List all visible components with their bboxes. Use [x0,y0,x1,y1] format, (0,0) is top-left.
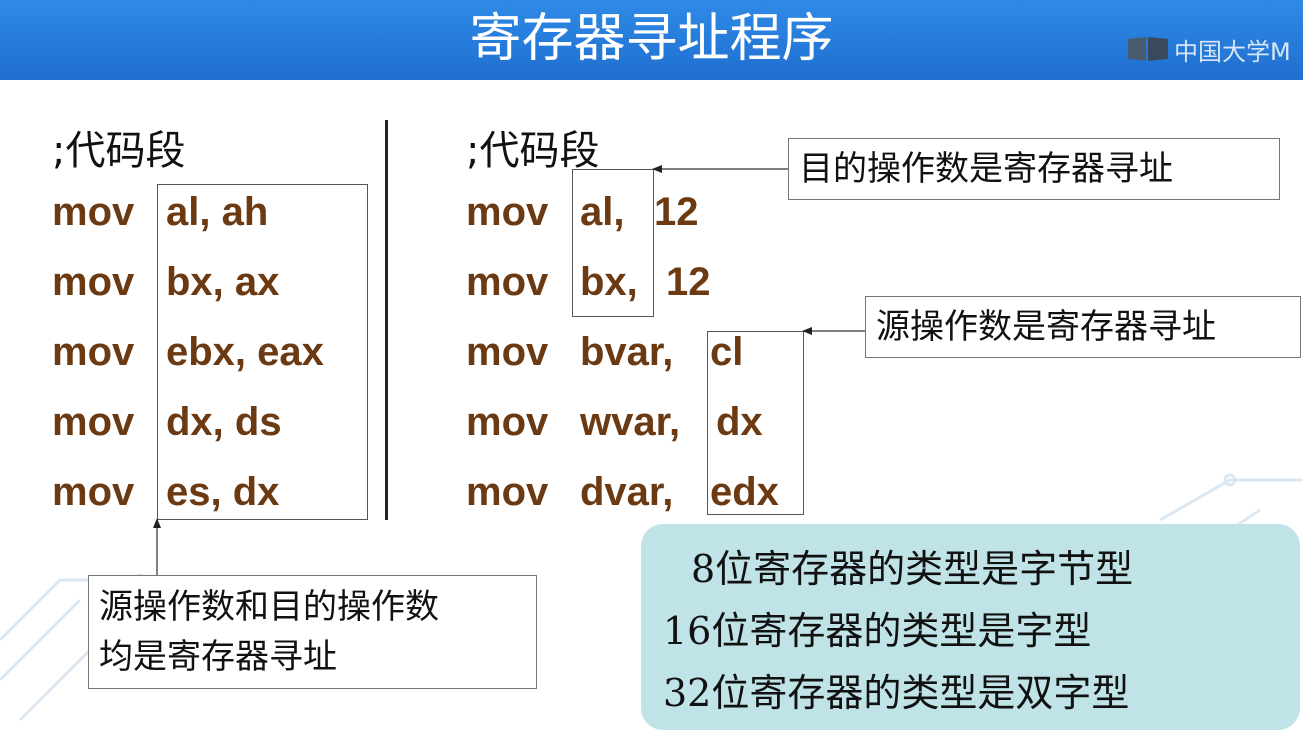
summary-line-16bit: 16位寄存器的类型是字型 [663,609,1092,653]
summary-line-32bit: 32位寄存器的类型是双字型 [663,671,1130,715]
register-type-summary: 8位寄存器的类型是字节型 16位寄存器的类型是字型 32位寄存器的类型是双字型 [641,524,1300,730]
summary-line-8bit: 8位寄存器的类型是字节型 [691,547,1134,591]
